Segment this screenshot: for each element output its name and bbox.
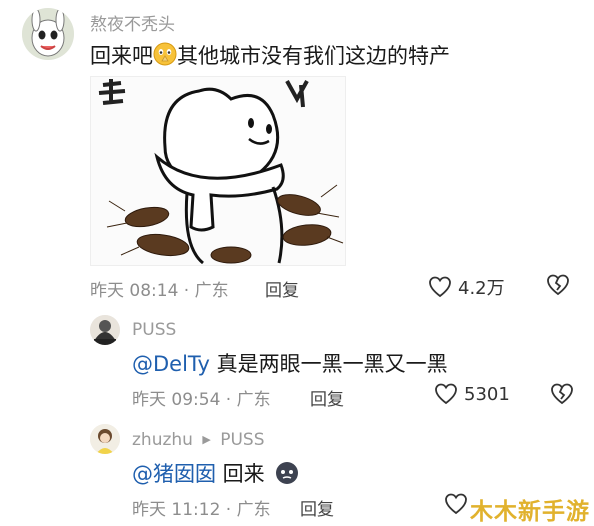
comment-text-part: 回来吧: [90, 44, 153, 68]
reply-button[interactable]: 回复: [265, 276, 299, 301]
praying-emoji-icon: [153, 42, 177, 71]
comment-username[interactable]: PUSS: [132, 320, 176, 340]
comment-text: @猪囡囡 回来: [132, 458, 299, 490]
heart-icon: [428, 276, 452, 298]
emoji-icon: [275, 461, 299, 490]
reply-button[interactable]: 回复: [310, 385, 344, 410]
comment-text-part: 回来: [216, 462, 265, 486]
heart-icon: [434, 383, 458, 405]
mention-link[interactable]: @猪囡囡: [132, 462, 216, 486]
comment-text-part: 真是两眼一黑一黑又一黑: [209, 352, 448, 376]
comment-text-part: 其他城市没有我们这边的特产: [177, 44, 450, 68]
comment-timestamp: 昨天 08:14 · 广东: [90, 281, 229, 301]
reply-button[interactable]: 回复: [300, 495, 334, 520]
like-count: 4.2万: [458, 278, 505, 299]
comment-timestamp: 昨天 11:12 · 广东: [132, 500, 271, 520]
comment-text: @DelTy 真是两眼一黑一黑又一黑: [132, 348, 448, 378]
like-button[interactable]: 4.2万: [428, 274, 505, 300]
heart-icon[interactable]: [444, 493, 468, 519]
avatar[interactable]: [22, 8, 74, 60]
comment-username[interactable]: zhuzhu: [132, 430, 193, 450]
comment-timestamp: 昨天 09:54 · 广东: [132, 390, 271, 410]
like-count: 5301: [464, 383, 510, 405]
dislike-icon[interactable]: [550, 383, 574, 409]
avatar[interactable]: [90, 315, 120, 345]
comment-username[interactable]: 熬夜不秃头: [90, 10, 175, 35]
dislike-icon[interactable]: [546, 274, 570, 300]
watermark-text: 木木新手游: [470, 499, 590, 525]
comment-username-row: zhuzhu ▶ PUSS: [132, 430, 265, 450]
avatar[interactable]: [90, 424, 120, 454]
like-button[interactable]: 5301: [434, 383, 510, 405]
comment-text: 回来吧 其他城市没有我们这边的特产: [90, 40, 450, 71]
sticker-image[interactable]: [90, 76, 346, 266]
mention-link[interactable]: @DelTy: [132, 352, 210, 376]
reply-to-username[interactable]: PUSS: [220, 430, 264, 450]
reply-arrow-icon: ▶: [202, 433, 211, 446]
